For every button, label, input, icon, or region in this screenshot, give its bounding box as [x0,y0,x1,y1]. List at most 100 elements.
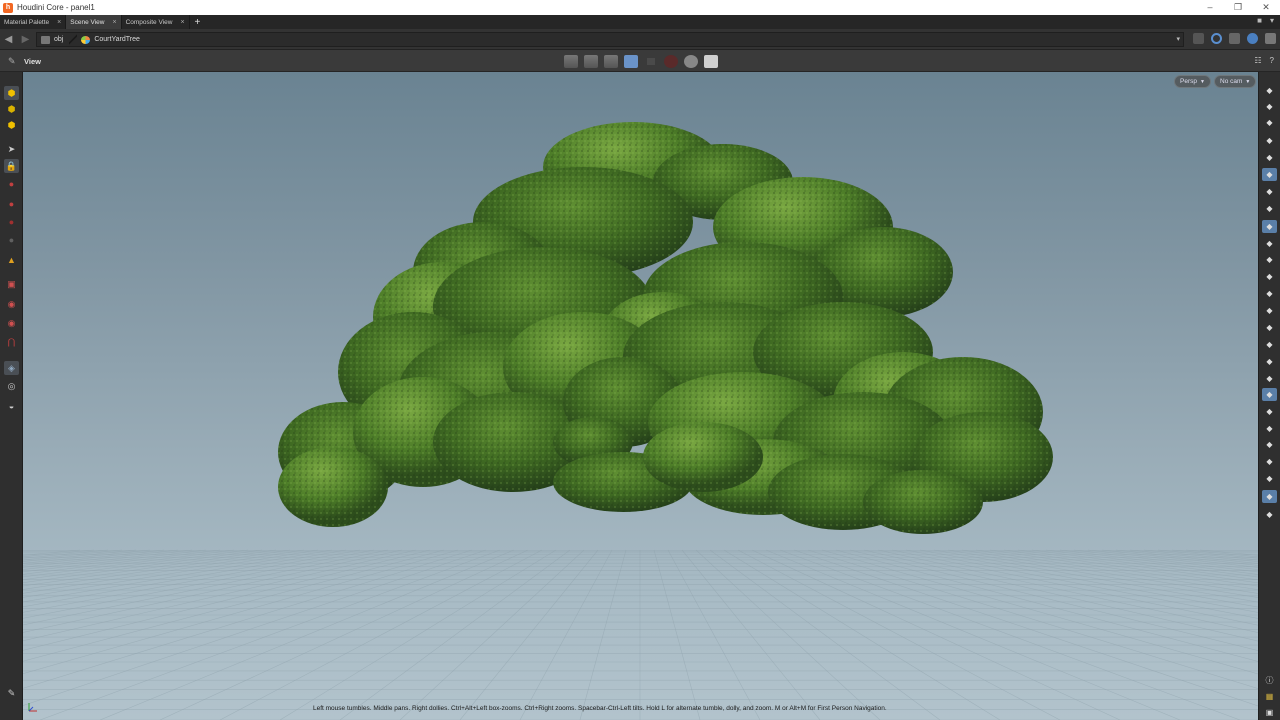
scale-icon[interactable]: ● [4,215,19,229]
right-display-shelf: ◆ ◆ ◆ ◆ ◆ ◆ ◆ ◆ ◆ ◆ ◆ ◆ ◆ ◆ ◆ ◆ ◆ ◆ ◆ ◆ ◆ ◆ ◆ ◆ ◆ ◆ ⓘ ▦ ▣ [1258,72,1280,720]
vertex-icon[interactable]: ◆ [1262,355,1277,368]
close-button[interactable]: ✕ [1252,0,1280,15]
transform-box-icon[interactable]: ▣ [4,277,19,291]
obj-network-icon [41,35,50,44]
view-layout-icon[interactable] [1247,33,1258,44]
curve-icon[interactable]: ◆ [1262,372,1277,385]
shading-icon[interactable]: ◆ [1262,134,1277,147]
face-icon[interactable]: ◆ [1262,338,1277,351]
camera-icon[interactable]: ◆ [1262,220,1277,233]
scene-viewport[interactable]: Persp ▼ No cam ▼ Left mouse tumbles. Middl… [23,72,1258,720]
window-title: Houdini Core - panel1 [17,3,95,12]
select-tool-icon[interactable]: ⬢ [4,86,19,100]
lock-view-icon[interactable]: ◆ [1262,116,1277,129]
snapshot-icon[interactable] [704,55,718,68]
snap-icon[interactable]: ◈ [4,361,19,375]
handle-icon[interactable]: ▲ [4,253,19,267]
tab-label: Material Palette [4,18,50,26]
shape-icon[interactable]: ◆ [1262,422,1277,435]
tab-close-icon[interactable]: × [180,19,184,26]
lock-icon[interactable]: 🔒 [4,159,19,173]
swap-icon[interactable] [604,55,618,68]
tab-close-icon[interactable]: × [57,19,61,26]
grid-layout-icon[interactable]: ▦ [1262,690,1277,703]
wireframe-icon[interactable] [644,55,658,68]
spot-light-icon[interactable]: ◆ [1262,202,1277,215]
geometry-icon[interactable]: ◆ [1262,253,1277,266]
help-icon[interactable]: ? [1270,56,1274,65]
connect-icon[interactable]: ◆ [1262,455,1277,468]
tab-label: Scene View [70,18,105,26]
frame-icon[interactable]: ◆ [1262,472,1277,485]
tab-label: Composite View [125,18,173,26]
back-button[interactable]: ◀ [0,34,17,45]
rotate-icon[interactable]: ● [4,197,19,211]
breadcrumb-courtyardtree[interactable]: CourtYardTree [77,35,146,44]
tumble-icon[interactable] [564,55,578,68]
restore-button[interactable]: ❐ [1224,0,1252,15]
paint-icon[interactable]: ◉ [4,316,19,330]
persp-label: Persp [1180,78,1197,85]
sphere-icon[interactable]: ◆ [1262,151,1277,164]
brush-icon[interactable]: ✎ [4,686,19,700]
viewer-top-tools [564,55,718,68]
select-component-icon[interactable]: ⬢ [4,102,19,116]
forward-button[interactable]: ▶ [17,34,34,45]
add-tab-button[interactable]: + [190,15,206,29]
tree-view-icon[interactable]: ☷ [1254,56,1261,65]
pin-icon[interactable] [1193,33,1204,44]
wire-icon[interactable]: ◆ [1262,237,1277,250]
display-options-icon[interactable]: ◆ [1262,84,1277,97]
render-icon[interactable]: ◒ [4,399,19,413]
tab-composite-view[interactable]: Composite View × [122,15,190,29]
edge-icon[interactable]: ◆ [1262,287,1277,300]
viewer-status-text: Left mouse tumbles. Middle pans. Right d… [313,705,887,712]
brush-icon[interactable]: ◆ [1262,304,1277,317]
path-breadcrumb[interactable]: obj CourtYardTree ▾ [36,32,1184,47]
snapshot-icon[interactable]: ▣ [1262,706,1277,719]
tab-material-palette[interactable]: Material Palette × [0,15,67,29]
window-controls: – ❐ ✕ [1196,0,1280,15]
select-arrow-icon[interactable] [584,55,598,68]
magnet-icon[interactable]: ⋂ [4,335,19,349]
persp-view-button[interactable]: Persp ▼ [1174,75,1211,88]
chevron-down-icon: ▼ [1199,78,1205,85]
display-options-icon[interactable] [1229,33,1240,44]
pane-menu-icon[interactable]: ▾ [1270,16,1274,25]
ghost-icon[interactable]: ◆ [1262,100,1277,113]
minimize-button[interactable]: – [1196,0,1224,15]
pointer-icon[interactable]: ➤ [4,142,19,156]
record-icon[interactable] [664,55,678,68]
move-icon[interactable]: ● [4,177,19,191]
render-view-icon[interactable]: ◆ [1262,490,1277,503]
light-icon[interactable]: ◆ [1262,168,1277,181]
shaded-display-icon[interactable] [624,55,638,68]
chevron-down-icon: ▼ [1245,78,1251,85]
camera-settings-icon[interactable] [684,55,698,68]
pane-layout-icon[interactable]: ■ [1257,16,1262,25]
select-object-icon[interactable]: ⬢ [4,118,19,132]
network-options-icon[interactable] [1265,33,1276,44]
normal-icon[interactable]: ◆ [1262,321,1277,334]
visibility-icon[interactable]: ◆ [1262,508,1277,521]
camera-menu-button[interactable]: No cam ▼ [1214,75,1257,88]
path-dropdown-icon[interactable]: ▾ [1176,35,1180,43]
info-icon[interactable]: ⓘ [1262,674,1277,687]
pane-menu-controls: ■ ▾ [1257,16,1274,25]
display-flag-icon[interactable]: ◆ [1262,388,1277,401]
tab-close-icon[interactable]: × [112,19,116,26]
box-icon[interactable]: ◆ [1262,405,1277,418]
pose-icon[interactable]: ● [4,233,19,247]
point-icon[interactable]: ◆ [1262,270,1277,283]
material-icon[interactable]: ◆ [1262,438,1277,451]
breadcrumb-obj[interactable]: obj [37,35,69,44]
orbit-icon[interactable]: ◎ [4,379,19,393]
lasso-icon[interactable]: ◉ [4,297,19,311]
viewer-pin-icon[interactable]: ✎ [8,56,16,67]
camera-label: No cam [1220,78,1243,85]
link-icon[interactable] [1211,33,1222,44]
point-light-icon[interactable]: ◆ [1262,185,1277,198]
pane-label: View [24,57,41,66]
tree-canopy [278,122,1053,534]
tab-scene-view[interactable]: Scene View × [66,15,122,29]
